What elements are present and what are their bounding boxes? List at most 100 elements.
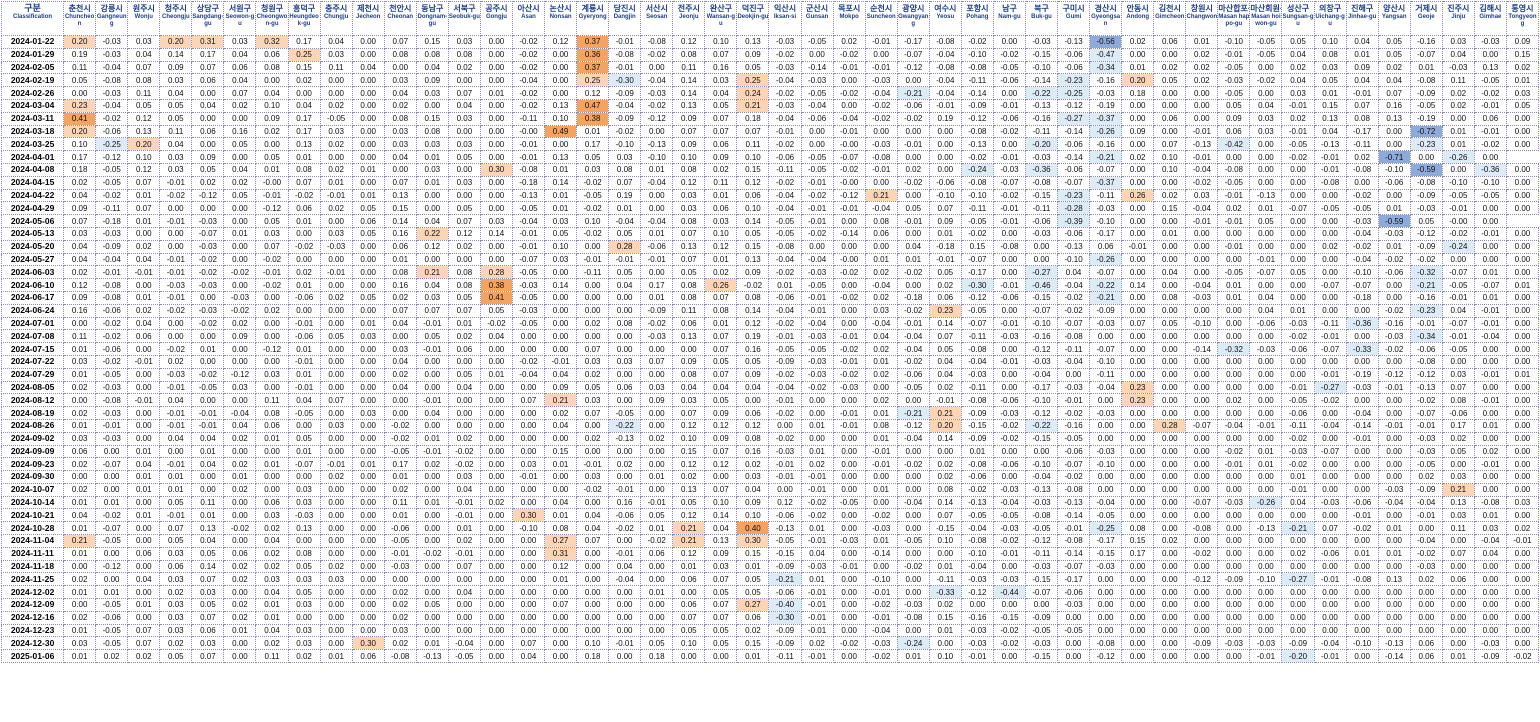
table-cell[interactable]: 0.00 (992, 380, 1026, 395)
table-cell[interactable]: 0.00 (1249, 380, 1283, 395)
row-date[interactable]: 2024-04-22 (0, 188, 65, 203)
table-cell[interactable]: -0.04 (1089, 495, 1123, 510)
table-cell[interactable]: 0.08 (544, 521, 578, 536)
table-cell[interactable]: 0.00 (127, 610, 161, 625)
table-cell[interactable]: 0.05 (287, 431, 321, 446)
table-cell[interactable]: -0.02 (1057, 303, 1091, 318)
table-cell[interactable]: -0.02 (191, 367, 225, 382)
table-cell[interactable]: 0.02 (159, 636, 193, 651)
table-cell[interactable]: 0.09 (1217, 111, 1251, 126)
column-header-yeosu[interactable]: 여수시 Yeosu (928, 1, 962, 36)
table-cell[interactable]: 0.00 (1473, 252, 1507, 267)
table-cell[interactable]: 0.00 (1505, 585, 1540, 600)
table-cell[interactable]: 0.02 (544, 406, 578, 420)
table-cell[interactable]: -0.01 (1377, 380, 1411, 395)
table-cell[interactable]: 0.05 (736, 226, 770, 241)
table-cell[interactable]: 0.03 (383, 137, 417, 152)
table-cell[interactable]: 0.00 (1281, 623, 1315, 638)
table-cell[interactable]: -0.21 (896, 86, 930, 100)
table-cell[interactable]: -0.01 (1473, 124, 1507, 139)
table-cell[interactable]: 0.07 (672, 610, 706, 625)
table-cell[interactable]: -0.12 (1377, 367, 1411, 382)
table-cell[interactable]: 0.09 (640, 393, 674, 408)
table-cell[interactable]: 0.09 (1345, 60, 1379, 75)
table-cell[interactable]: 0.00 (351, 610, 385, 625)
table-cell[interactable]: -0.01 (1441, 329, 1475, 344)
table-cell[interactable]: 0.10 (576, 636, 610, 651)
table-cell[interactable]: 0.00 (1089, 393, 1123, 408)
table-cell[interactable]: 0.04 (447, 98, 481, 113)
table-cell[interactable]: -0.08 (960, 342, 994, 356)
table-cell[interactable]: -0.15 (1089, 546, 1123, 561)
table-cell[interactable]: -0.10 (1377, 162, 1411, 177)
table-cell[interactable]: 0.00 (832, 316, 866, 331)
table-cell[interactable]: -0.05 (95, 175, 129, 190)
table-cell[interactable]: 0.00 (1057, 649, 1091, 664)
table-cell[interactable]: -0.08 (95, 290, 129, 305)
table-cell[interactable]: 0.02 (127, 303, 161, 318)
table-cell[interactable]: 0.12 (672, 175, 706, 190)
table-cell[interactable]: 0.02 (383, 482, 417, 497)
table-cell[interactable]: -0.02 (896, 457, 930, 472)
table-cell[interactable]: 0.00 (832, 214, 866, 228)
table-cell[interactable]: 0.07 (1313, 521, 1347, 536)
table-cell[interactable]: -0.03 (800, 559, 834, 574)
table-cell[interactable]: 0.13 (672, 239, 706, 254)
table-cell[interactable]: 0.00 (191, 354, 225, 369)
table-cell[interactable]: -0.59 (1409, 162, 1443, 177)
table-cell[interactable]: 0.00 (1249, 598, 1283, 612)
table-cell[interactable]: 0.00 (95, 470, 129, 484)
table-cell[interactable]: -0.07 (95, 457, 129, 472)
column-header-gunsan[interactable]: 군산시 Gunsan (800, 1, 834, 36)
table-cell[interactable]: 0.00 (1377, 188, 1411, 203)
table-cell[interactable]: -0.02 (768, 47, 802, 62)
table-cell[interactable]: 0.00 (992, 598, 1026, 612)
column-header-dongnam-gu[interactable]: 동남구 Dongnam-gu (415, 1, 449, 36)
table-cell[interactable]: -0.09 (1409, 482, 1443, 497)
table-cell[interactable]: 0.03 (415, 86, 449, 100)
table-cell[interactable]: 0.00 (1505, 137, 1540, 152)
table-cell[interactable]: 0.14 (672, 73, 706, 88)
table-cell[interactable]: -0.02 (896, 303, 930, 318)
table-cell[interactable]: -0.03 (832, 534, 866, 548)
table-cell[interactable]: 0.00 (479, 73, 513, 88)
table-cell[interactable]: -0.01 (319, 457, 353, 472)
table-cell[interactable]: -0.05 (896, 380, 930, 395)
table-cell[interactable]: -0.02 (768, 175, 802, 190)
table-cell[interactable]: 0.01 (479, 367, 513, 382)
table-cell[interactable]: 0.00 (415, 98, 449, 113)
table-cell[interactable]: -0.12 (640, 111, 674, 126)
table-cell[interactable]: 0.20 (1121, 73, 1155, 88)
table-cell[interactable]: -0.01 (832, 406, 866, 420)
table-cell[interactable]: -0.09 (95, 239, 129, 254)
table-cell[interactable]: 0.07 (672, 124, 706, 139)
table-cell[interactable]: 0.00 (351, 137, 385, 152)
table-cell[interactable]: 0.03 (159, 546, 193, 561)
row-date[interactable]: 2024-11-18 (0, 559, 65, 574)
table-cell[interactable]: 0.04 (255, 623, 289, 638)
table-cell[interactable]: -0.01 (287, 316, 321, 331)
table-cell[interactable]: -0.03 (1409, 201, 1443, 216)
row-date[interactable]: 2024-07-22 (0, 354, 65, 369)
table-cell[interactable]: 0.00 (1121, 329, 1155, 344)
column-header-gwangyang[interactable]: 광양시 Gwangyang (896, 1, 930, 36)
table-cell[interactable]: -0.09 (1089, 303, 1123, 318)
table-cell[interactable]: 0.00 (576, 303, 610, 318)
table-cell[interactable]: -0.02 (864, 598, 898, 612)
table-cell[interactable]: -0.08 (95, 393, 129, 408)
table-cell[interactable]: 0.02 (447, 431, 481, 446)
table-cell[interactable]: 0.03 (672, 393, 706, 408)
table-cell[interactable]: 0.00 (1249, 175, 1283, 190)
table-cell[interactable]: -0.02 (768, 86, 802, 100)
table-cell[interactable]: 0.01 (127, 290, 161, 305)
table-cell[interactable]: 0.04 (159, 393, 193, 408)
table-cell[interactable]: 0.01 (864, 252, 898, 267)
table-cell[interactable]: 0.11 (191, 495, 225, 510)
table-cell[interactable]: -0.07 (960, 316, 994, 331)
table-cell[interactable]: 0.06 (351, 214, 385, 228)
table-cell[interactable]: 0.00 (640, 559, 674, 574)
table-cell[interactable]: 0.00 (1185, 98, 1219, 113)
table-cell[interactable]: 0.00 (351, 150, 385, 164)
table-cell[interactable]: -0.13 (1313, 137, 1347, 152)
table-cell[interactable]: 0.00 (928, 636, 962, 651)
